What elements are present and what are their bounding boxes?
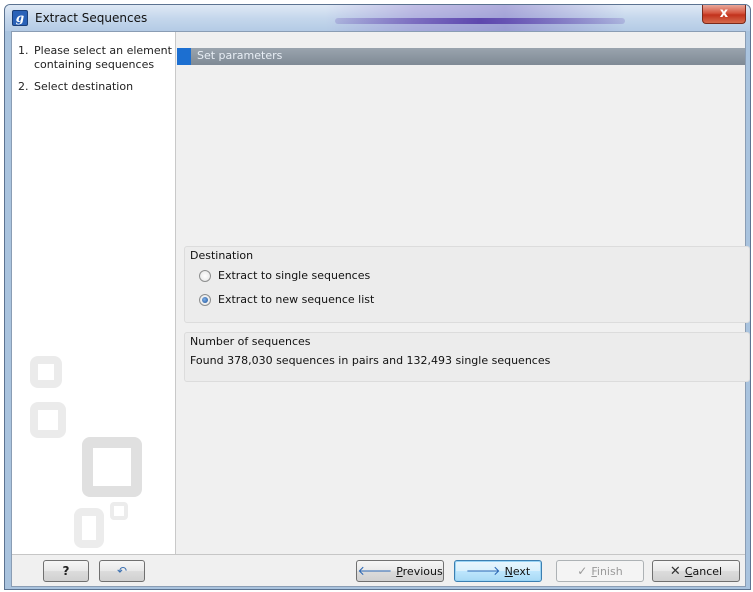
undo-icon: ↶ [116,564,128,578]
previous-button[interactable]: 🡐 Previous [356,560,444,582]
radio-button-selected[interactable] [199,293,211,306]
decor-square-icon [30,356,62,388]
sequence-count-title: Number of sequences [190,335,311,348]
app-icon: g [12,10,28,26]
decor-square-icon [74,508,104,548]
finish-button[interactable]: ✓ Finish [556,560,644,582]
button-bar: ? ↶ 🡐 Previous 🡒 Next ✓ Finish ✕ Cancel [12,554,745,586]
steps-panel: 1. Please select an element containing s… [12,32,176,554]
help-icon: ? [62,564,70,578]
decor-square-icon [30,402,66,438]
destination-group-title: Destination [190,249,254,262]
next-button[interactable]: 🡒 Next [454,560,542,582]
step-label: Select destination [34,80,134,93]
next-label: Next [504,564,531,578]
section-header: Set parameters [177,48,745,65]
arrow-right-icon: 🡒 [465,564,501,579]
help-button[interactable]: ? [43,560,89,582]
radio-label: Extract to new sequence list [218,293,375,306]
reset-button[interactable]: ↶ [99,560,145,582]
window-title: Extract Sequences [35,11,148,25]
decor-square-icon [110,502,128,520]
previous-label: Previous [396,564,443,578]
finish-label: Finish [591,564,623,578]
decor-square-icon [82,437,142,497]
radio-button[interactable] [199,269,211,282]
step-number: 1. [18,44,29,57]
step-number: 2. [18,80,29,93]
title-bar[interactable]: g Extract Sequences x [5,5,750,31]
cancel-label: Cancel [684,564,723,578]
dialog-client-area: 1. Please select an element containing s… [11,31,750,587]
cancel-button[interactable]: ✕ Cancel [652,560,740,582]
step-label: Please select an element containing sequ… [34,44,172,71]
checkmark-icon: ✓ [577,564,588,578]
step-1: 1. Please select an element containing s… [18,44,174,72]
arrow-left-icon: 🡐 [357,564,393,579]
destination-group: Destination Extract to single sequences … [184,246,750,323]
step-2: 2. Select destination [18,80,174,94]
section-header-label: Set parameters [197,49,283,62]
radio-label: Extract to single sequences [218,269,371,282]
option-single-sequences[interactable]: Extract to single sequences [199,269,370,282]
sequence-count-text: Found 378,030 sequences in pairs and 132… [190,354,551,367]
sequence-count-group: Number of sequences Found 378,030 sequen… [184,332,750,382]
option-new-sequence-list[interactable]: Extract to new sequence list [199,293,374,306]
content-panel: Set parameters Destination Extract to si… [177,32,750,554]
close-window-button[interactable]: x [702,5,746,24]
dialog-window: g Extract Sequences x 1. Please select a… [4,4,751,590]
close-x-icon: ✕ [669,563,681,579]
